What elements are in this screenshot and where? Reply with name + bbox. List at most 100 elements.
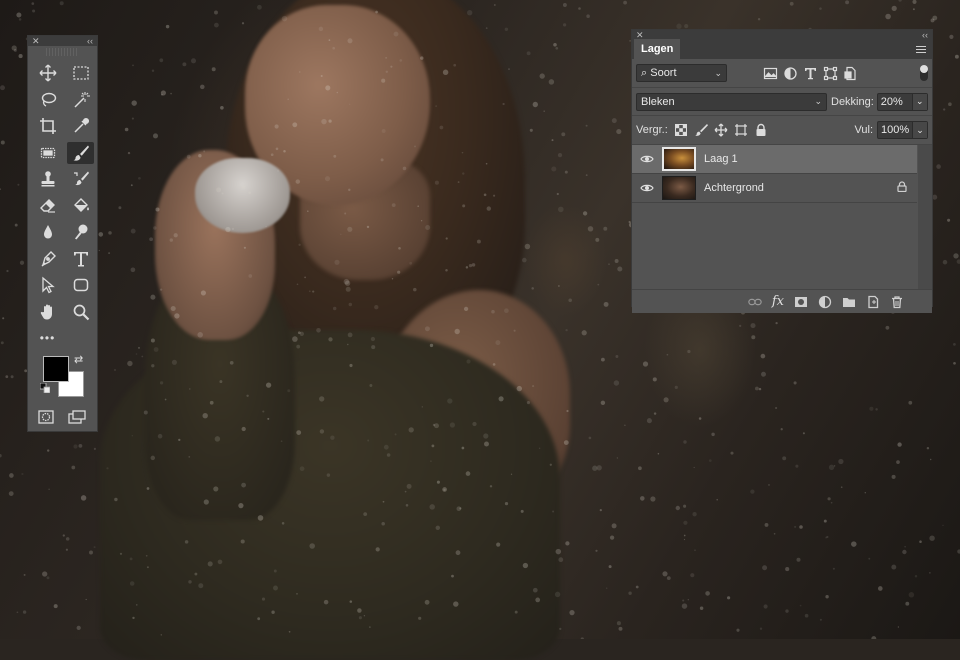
filter-icons xyxy=(763,66,858,81)
healing-tool[interactable] xyxy=(31,140,64,167)
foreground-color-swatch[interactable] xyxy=(43,355,69,382)
adjustment-layer-icon[interactable] xyxy=(818,295,832,309)
magic-wand-tool[interactable] xyxy=(64,87,97,114)
layer-effects-button[interactable]: fx xyxy=(772,294,784,309)
rain-drop xyxy=(529,128,533,132)
fill-field[interactable]: 100% ⌄ xyxy=(877,121,928,139)
quick-mask-icon[interactable] xyxy=(37,408,55,426)
rain-drop xyxy=(65,548,68,551)
blur-tool[interactable] xyxy=(31,219,64,246)
panel-grip[interactable] xyxy=(46,48,79,56)
link-layers-icon[interactable] xyxy=(748,295,762,309)
lock-transparent-icon[interactable] xyxy=(674,123,688,137)
layer-visibility-toggle[interactable] xyxy=(632,183,662,193)
layer-row-achtergrond[interactable]: Achtergrond xyxy=(632,174,917,203)
brush-tool[interactable] xyxy=(67,141,94,164)
rain-drop xyxy=(493,4,496,6)
filter-kind-select[interactable]: ⌕ Soort ⌄ xyxy=(636,64,727,82)
rain-drop xyxy=(947,218,951,222)
pixel-filter-icon[interactable] xyxy=(763,66,778,81)
lock-position-icon[interactable] xyxy=(714,123,728,137)
rain-drop xyxy=(674,385,678,389)
marquee-tool[interactable] xyxy=(64,60,97,87)
chevron-down-icon[interactable]: ⌄ xyxy=(912,122,927,138)
rain-drop xyxy=(694,549,696,551)
bucket-tool[interactable] xyxy=(64,193,97,220)
rain-drop xyxy=(586,14,590,18)
layer-mask-icon[interactable] xyxy=(794,295,808,309)
smart-object-filter-icon[interactable] xyxy=(843,66,858,81)
layer-visibility-toggle[interactable] xyxy=(632,154,662,164)
layer-row-laag-1[interactable]: Laag 1 xyxy=(632,145,917,174)
filter-kind-label: Soort xyxy=(650,66,677,79)
marquee-icon xyxy=(72,66,89,80)
shape-tool[interactable] xyxy=(64,272,97,299)
rain-drop xyxy=(739,324,742,328)
swap-colors-icon[interactable]: ⇄ xyxy=(74,353,83,366)
eraser-icon xyxy=(39,198,55,213)
tools-panel: ✕ ‹‹ ••• ⇄ xyxy=(27,35,98,432)
opacity-field[interactable]: 20% ⌄ xyxy=(876,92,928,111)
eyedropper-tool[interactable] xyxy=(64,113,97,140)
layer-name[interactable]: Achtergrond xyxy=(704,182,897,194)
rain-drop xyxy=(793,381,797,385)
rain-drop xyxy=(11,45,17,51)
collapse-icon[interactable]: ‹‹ xyxy=(922,30,928,40)
rain-drop xyxy=(663,397,669,403)
chevron-down-icon: ⌄ xyxy=(714,67,722,78)
rain-drop xyxy=(682,599,685,602)
rain-drop xyxy=(614,259,619,263)
lock-icon xyxy=(897,181,907,193)
rain-drop xyxy=(825,595,829,599)
layer-name[interactable]: Laag 1 xyxy=(704,153,897,165)
zoom-tool[interactable] xyxy=(64,299,97,326)
rain-drop xyxy=(942,524,944,526)
more-tools-button[interactable]: ••• xyxy=(31,325,64,352)
type-tool[interactable] xyxy=(64,246,97,273)
new-layer-icon[interactable] xyxy=(866,295,880,309)
filter-toggle[interactable] xyxy=(920,65,928,81)
close-icon[interactable]: ✕ xyxy=(32,36,40,46)
rain-drop xyxy=(683,440,687,444)
layer-thumbnail[interactable] xyxy=(662,176,696,200)
chevron-down-icon[interactable]: ⌄ xyxy=(911,93,927,110)
lasso-tool[interactable] xyxy=(31,87,64,114)
lock-all-icon[interactable] xyxy=(754,123,768,137)
layer-list-scrollbar[interactable] xyxy=(918,145,932,289)
eraser-tool[interactable] xyxy=(31,193,64,220)
default-colors-icon[interactable] xyxy=(40,382,50,393)
rain-drop xyxy=(0,454,2,458)
shape-filter-icon[interactable] xyxy=(823,66,838,81)
rain-drop xyxy=(868,557,871,560)
collapse-icon[interactable]: ‹‹ xyxy=(87,36,93,46)
lock-artboard-icon[interactable] xyxy=(734,123,748,137)
rain-drop xyxy=(782,456,787,461)
lock-pixels-icon[interactable] xyxy=(694,123,708,137)
rain-drop xyxy=(485,27,488,29)
hand-tool[interactable] xyxy=(31,299,64,326)
rain-drop xyxy=(773,533,776,535)
blend-mode-select[interactable]: Bleken ⌄ xyxy=(636,92,827,111)
layer-thumbnail[interactable] xyxy=(662,147,696,171)
move-tool[interactable] xyxy=(31,60,64,87)
type-filter-icon[interactable] xyxy=(803,66,818,81)
tab-layers[interactable]: Lagen xyxy=(634,39,681,59)
fill-value: 100% xyxy=(881,124,910,136)
rain-drop xyxy=(618,626,623,631)
rain-drop xyxy=(904,546,906,548)
folder-icon[interactable] xyxy=(842,295,856,309)
rain-drop xyxy=(565,541,570,546)
adjustment-filter-icon[interactable] xyxy=(783,66,798,81)
history-brush-tool[interactable] xyxy=(64,166,97,193)
dodge-tool[interactable] xyxy=(64,219,97,246)
path-select-tool[interactable] xyxy=(31,272,64,299)
close-icon[interactable]: ✕ xyxy=(636,30,644,40)
crop-tool[interactable] xyxy=(31,113,64,140)
pen-tool[interactable] xyxy=(31,246,64,273)
layers-panel-topbar: ✕ ‹‹ xyxy=(632,30,932,40)
screen-mode-icon[interactable] xyxy=(67,408,87,426)
stamp-tool[interactable] xyxy=(31,166,64,193)
rain-drop xyxy=(898,0,902,2)
trash-icon[interactable] xyxy=(890,295,904,309)
panel-menu-icon[interactable] xyxy=(916,46,926,54)
